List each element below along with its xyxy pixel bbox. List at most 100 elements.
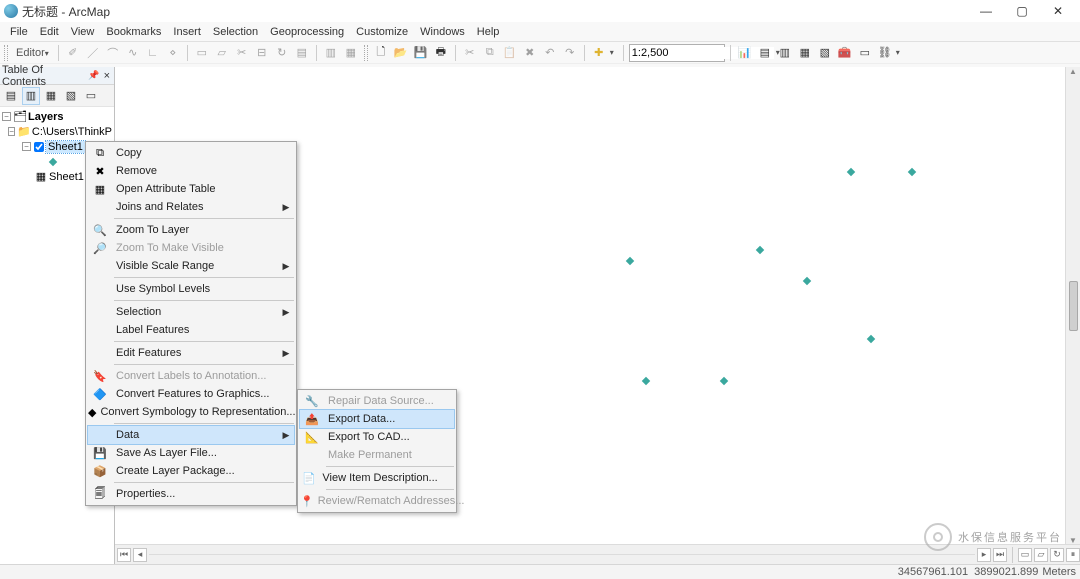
menu-item[interactable]: Selection▶ [88, 303, 294, 321]
edit-straight-icon[interactable]: ／ [84, 44, 102, 62]
paste-icon[interactable]: 📋 [501, 44, 519, 62]
maximize-button[interactable]: ▢ [1004, 0, 1040, 22]
menu-customize[interactable]: Customize [350, 26, 414, 38]
toc-list-drawing-icon[interactable]: ▤ [2, 87, 20, 105]
menu-item-label: Make Permanent [324, 449, 438, 461]
menu-edit[interactable]: Edit [34, 26, 65, 38]
menu-file[interactable]: File [4, 26, 34, 38]
search-window-icon[interactable]: ▦ [796, 44, 814, 62]
minimize-button[interactable]: — [968, 0, 1004, 22]
split-icon[interactable]: ⊟ [253, 44, 271, 62]
cut-icon[interactable]: ✂ [461, 44, 479, 62]
add-data-icon[interactable]: ✚ [590, 44, 608, 62]
edit-right-angle-icon[interactable]: ∟ [144, 44, 162, 62]
scroll-prev-icon[interactable]: ◂ [133, 548, 147, 562]
menu-geoprocessing[interactable]: Geoprocessing [264, 26, 350, 38]
menu-insert[interactable]: Insert [167, 26, 207, 38]
toc-list-selection-icon[interactable]: ▧ [62, 87, 80, 105]
delete-icon[interactable]: ✖ [521, 44, 539, 62]
menu-item[interactable]: Joins and Relates▶ [88, 198, 294, 216]
undo-icon[interactable]: ↶ [541, 44, 559, 62]
redo-icon[interactable]: ↷ [561, 44, 579, 62]
editor-dropdown[interactable]: Editor▾ [12, 47, 53, 59]
print-icon[interactable]: 🖶 [432, 44, 450, 62]
menu-item[interactable]: Use Symbol Levels [88, 280, 294, 298]
edit-vertices-icon[interactable]: ▭ [193, 44, 211, 62]
save-doc-icon[interactable]: 💾 [412, 44, 430, 62]
toc-list-visibility-icon[interactable]: ▦ [42, 87, 60, 105]
open-doc-icon[interactable]: 📂 [392, 44, 410, 62]
editor-toolbar-icon[interactable]: 📊 [736, 44, 754, 62]
toc-list-source-icon[interactable]: ▥ [22, 87, 40, 105]
scale-combo[interactable]: ▾ [629, 44, 725, 62]
rotate-icon[interactable]: ↻ [273, 44, 291, 62]
attributes-icon[interactable]: ▤ [293, 44, 311, 62]
menu-item[interactable]: Visible Scale Range▶ [88, 257, 294, 275]
menu-view[interactable]: View [65, 26, 101, 38]
layer-visibility-checkbox[interactable] [34, 142, 44, 152]
edit-arc-icon[interactable]: ⌒ [104, 44, 122, 62]
menu-item[interactable]: ▦Open Attribute Table [88, 180, 294, 198]
menu-item[interactable]: 📦Create Layer Package... [88, 462, 294, 480]
menu-item[interactable]: ⧉Copy [88, 144, 294, 162]
vertical-scrollbar[interactable]: ▲ ▼ [1065, 67, 1080, 544]
close-button[interactable]: ✕ [1040, 0, 1076, 22]
toolbar-row-1: Editor▾ ✐ ／ ⌒ ∿ ∟ ⋄ ▭ ▱ ✂ ⊟ ↻ ▤ ▥ ▦ 🗋 📂 … [0, 42, 1080, 64]
toc-icon[interactable]: ▤ [756, 44, 774, 62]
menu-item[interactable]: 🔍Zoom To Layer [88, 221, 294, 239]
menu-item[interactable]: Label Features [88, 321, 294, 339]
menu-item-label: Export To CAD... [324, 431, 438, 443]
menu-item-label: Convert Labels to Annotation... [112, 370, 278, 382]
menu-item-label: Remove [112, 165, 278, 177]
edit-tool-icon[interactable]: ✐ [64, 44, 82, 62]
item-desc-icon: 📄 [300, 472, 318, 485]
create-features-icon[interactable]: ▦ [342, 44, 360, 62]
menu-item[interactable]: ◆Convert Symbology to Representation... [88, 403, 294, 421]
sketch-props-icon[interactable]: ▥ [322, 44, 340, 62]
toc-options-icon[interactable]: ▭ [82, 87, 100, 105]
menu-item-label: Joins and Relates [112, 201, 278, 213]
point-symbol-icon [49, 157, 57, 165]
menu-item[interactable]: ✖Remove [88, 162, 294, 180]
menu-selection[interactable]: Selection [207, 26, 264, 38]
menu-item[interactable]: 🗐Properties... [88, 485, 294, 503]
edit-midpoint-icon[interactable]: ⋄ [164, 44, 182, 62]
tree-folder[interactable]: − 📁 C:\Users\ThinkP [2, 124, 112, 139]
watermark: 水保信息服务平台 [924, 523, 1062, 551]
python-icon[interactable]: ▭ [856, 44, 874, 62]
menu-item[interactable]: 📤Export Data... [300, 410, 454, 428]
toolbar-grip[interactable] [4, 45, 8, 61]
menu-bookmarks[interactable]: Bookmarks [100, 26, 167, 38]
collapse-icon[interactable]: − [8, 127, 15, 136]
model-builder-icon[interactable]: ⛓ [876, 44, 894, 62]
toolbar-grip[interactable] [364, 45, 368, 61]
add-data-dd[interactable]: ▾ [610, 48, 618, 57]
status-coord-y: 3899021.899 [974, 566, 1038, 578]
menu-item[interactable]: Data▶ [88, 426, 294, 444]
menu-windows[interactable]: Windows [414, 26, 471, 38]
menu-item: 🔧Repair Data Source... [300, 392, 454, 410]
zoom-full-icon: 🔍 [88, 224, 112, 237]
menu-help[interactable]: Help [471, 26, 506, 38]
submenu-arrow-icon: ▶ [278, 348, 294, 359]
pause-drawing-icon[interactable]: ⏸ [1066, 548, 1080, 562]
menu-item[interactable]: 💾Save As Layer File... [88, 444, 294, 462]
edit-trace-icon[interactable]: ∿ [124, 44, 142, 62]
collapse-icon[interactable]: − [2, 112, 11, 121]
new-doc-icon[interactable]: 🗋 [372, 44, 390, 62]
scroll-first-icon[interactable]: ⏮ [117, 548, 131, 562]
menu-item[interactable]: 📐Export To CAD... [300, 428, 454, 446]
collapse-icon[interactable]: − [22, 142, 31, 151]
menu-item[interactable]: 📄View Item Description... [300, 469, 454, 487]
cut-polygons-icon[interactable]: ✂ [233, 44, 251, 62]
arccatalog-icon[interactable]: ▧ [816, 44, 834, 62]
toolbox-icon[interactable]: 🧰 [836, 44, 854, 62]
menu-item[interactable]: Edit Features▶ [88, 344, 294, 362]
catalog-icon[interactable]: ▥ [776, 44, 794, 62]
pin-icon[interactable]: 📌 [88, 70, 99, 81]
tree-root[interactable]: − 🗂 Layers [2, 109, 112, 124]
menu-item[interactable]: 🔷Convert Features to Graphics... [88, 385, 294, 403]
reshape-icon[interactable]: ▱ [213, 44, 231, 62]
toc-close-icon[interactable]: × [102, 70, 112, 82]
copy-icon[interactable]: ⧉ [481, 44, 499, 62]
